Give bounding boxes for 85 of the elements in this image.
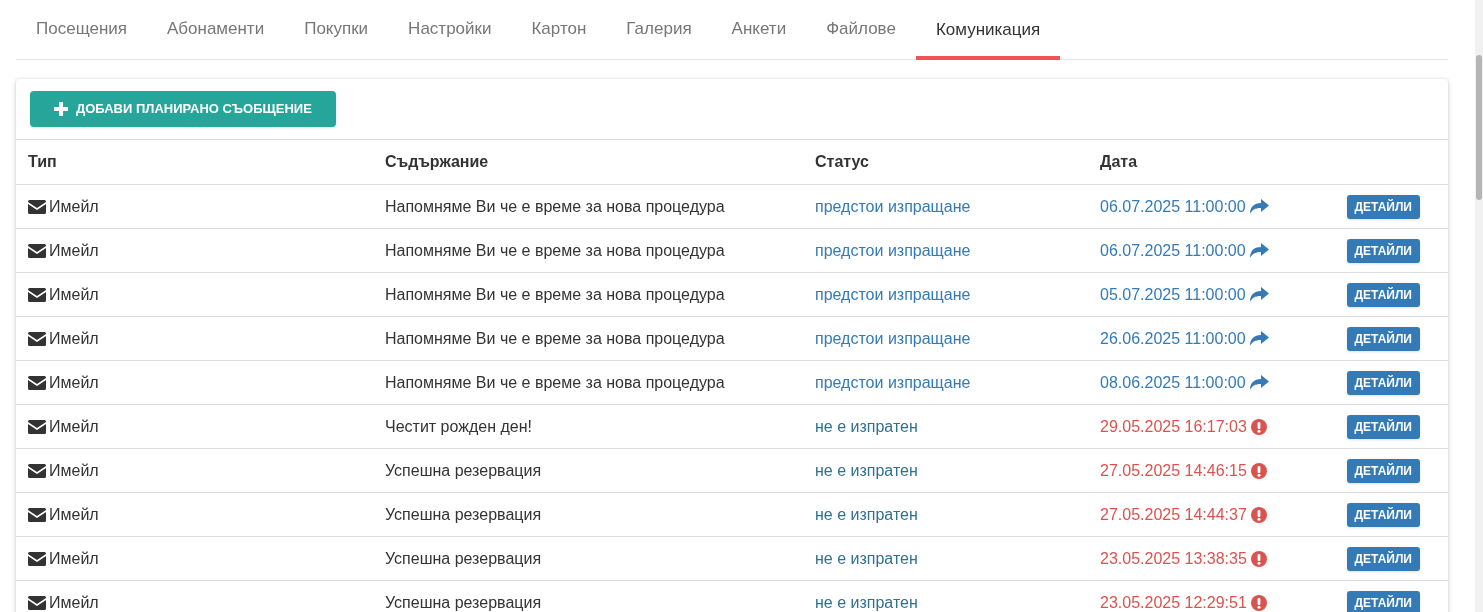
message-content: Напомняме Ви че е време за нова процедура — [385, 197, 725, 215]
message-date: 27.05.2025 14:44:37 — [1100, 504, 1247, 525]
message-type: Имейл — [49, 196, 99, 217]
share-arrow-icon — [1249, 287, 1269, 302]
message-date: 26.06.2025 11:00:00 — [1100, 328, 1246, 349]
message-status: предстои изпращане — [815, 241, 971, 259]
envelope-icon — [28, 507, 46, 522]
message-status: не е изпратен — [815, 417, 918, 435]
message-type: Имейл — [49, 592, 99, 612]
tab[interactable]: Картон — [511, 15, 607, 59]
tab[interactable]: Комуникация — [915, 16, 1061, 60]
tab[interactable]: Анкети — [711, 15, 807, 59]
message-content: Напомняме Ви че е време за нова процедура — [385, 285, 725, 303]
message-date: 23.05.2025 13:38:35 — [1100, 548, 1247, 569]
message-type: Имейл — [49, 372, 99, 393]
envelope-icon — [28, 551, 46, 566]
envelope-icon — [28, 463, 46, 478]
envelope-icon — [28, 243, 46, 258]
share-arrow-icon — [1249, 375, 1269, 390]
share-arrow-icon — [1249, 199, 1269, 214]
message-date: 29.05.2025 16:17:03 — [1100, 416, 1247, 437]
message-type: Имейл — [49, 460, 99, 481]
share-arrow-icon — [1249, 331, 1269, 346]
details-button[interactable]: ДЕТАЙЛИ — [1346, 459, 1420, 483]
envelope-icon — [28, 419, 46, 434]
tab[interactable]: Посещения — [16, 15, 147, 59]
exclamation-icon — [1250, 418, 1267, 435]
details-button[interactable]: ДЕТАЙЛИ — [1346, 591, 1420, 612]
tab[interactable]: Файлове — [806, 15, 916, 59]
message-status: предстои изпращане — [815, 197, 971, 215]
message-type: Имейл — [49, 504, 99, 525]
details-button[interactable]: ДЕТАЙЛИ — [1346, 195, 1420, 219]
details-button[interactable]: ДЕТАЙЛИ — [1346, 503, 1420, 527]
details-button[interactable]: ДЕТАЙЛИ — [1346, 327, 1420, 351]
tab[interactable]: Галерия — [606, 15, 712, 59]
message-date: 08.06.2025 11:00:00 — [1100, 372, 1246, 393]
message-status: не е изпратен — [815, 461, 918, 479]
tab[interactable]: Настройки — [388, 15, 512, 59]
message-date: 06.07.2025 11:00:00 — [1100, 196, 1246, 217]
message-content: Честит рожден ден! — [385, 417, 532, 435]
message-status: не е изпратен — [815, 549, 918, 567]
plus-icon — [54, 102, 68, 116]
message-content: Успешна резервация — [385, 549, 542, 567]
tab[interactable]: Абонаменти — [146, 15, 285, 59]
message-type: Имейл — [49, 416, 99, 437]
details-button[interactable]: ДЕТАЙЛИ — [1346, 239, 1420, 263]
column-header: Тип — [28, 153, 57, 170]
message-content: Напомняме Ви че е време за нова процедура — [385, 241, 725, 259]
details-button[interactable]: ДЕТАЙЛИ — [1346, 547, 1420, 571]
message-date: 06.07.2025 11:00:00 — [1100, 240, 1246, 261]
message-type: Имейл — [49, 240, 99, 261]
envelope-icon — [28, 331, 46, 346]
message-status: не е изпратен — [815, 593, 918, 611]
exclamation-icon — [1250, 506, 1267, 523]
envelope-icon — [28, 199, 46, 214]
share-arrow-icon — [1249, 243, 1269, 258]
envelope-icon — [28, 375, 46, 390]
details-button[interactable]: ДЕТАЙЛИ — [1346, 283, 1420, 307]
envelope-icon — [28, 595, 46, 610]
message-content: Успешна резервация — [385, 505, 542, 523]
column-header: Дата — [1100, 153, 1138, 170]
tab[interactable]: Покупки — [284, 15, 389, 59]
column-header: Съдържание — [385, 153, 489, 170]
add-message-button[interactable]: ДОБАВИ ПЛАНИРАНО СЪОБЩЕНИЕ — [30, 91, 336, 127]
details-button[interactable]: ДЕТАЙЛИ — [1346, 415, 1420, 439]
message-content: Успешна резервация — [385, 593, 542, 611]
scrollbar[interactable] — [1475, 0, 1483, 612]
message-date: 05.07.2025 11:00:00 — [1100, 284, 1246, 305]
details-button[interactable]: ДЕТАЙЛИ — [1346, 371, 1420, 395]
message-date: 27.05.2025 14:46:15 — [1100, 460, 1247, 481]
column-header: Статус — [815, 153, 869, 170]
message-status: не е изпратен — [815, 505, 918, 523]
message-content: Напомняме Ви че е време за нова процедура — [385, 373, 725, 391]
message-status: предстои изпращане — [815, 329, 971, 347]
message-status: предстои изпращане — [815, 285, 971, 303]
message-content: Успешна резервация — [385, 461, 542, 479]
message-status: предстои изпращане — [815, 373, 971, 391]
message-type: Имейл — [49, 548, 99, 569]
message-type: Имейл — [49, 328, 99, 349]
message-content: Напомняме Ви че е време за нова процедура — [385, 329, 725, 347]
exclamation-icon — [1250, 550, 1267, 567]
envelope-icon — [28, 287, 46, 302]
exclamation-icon — [1250, 462, 1267, 479]
message-type: Имейл — [49, 284, 99, 305]
message-date: 23.05.2025 12:29:51 — [1100, 592, 1247, 612]
